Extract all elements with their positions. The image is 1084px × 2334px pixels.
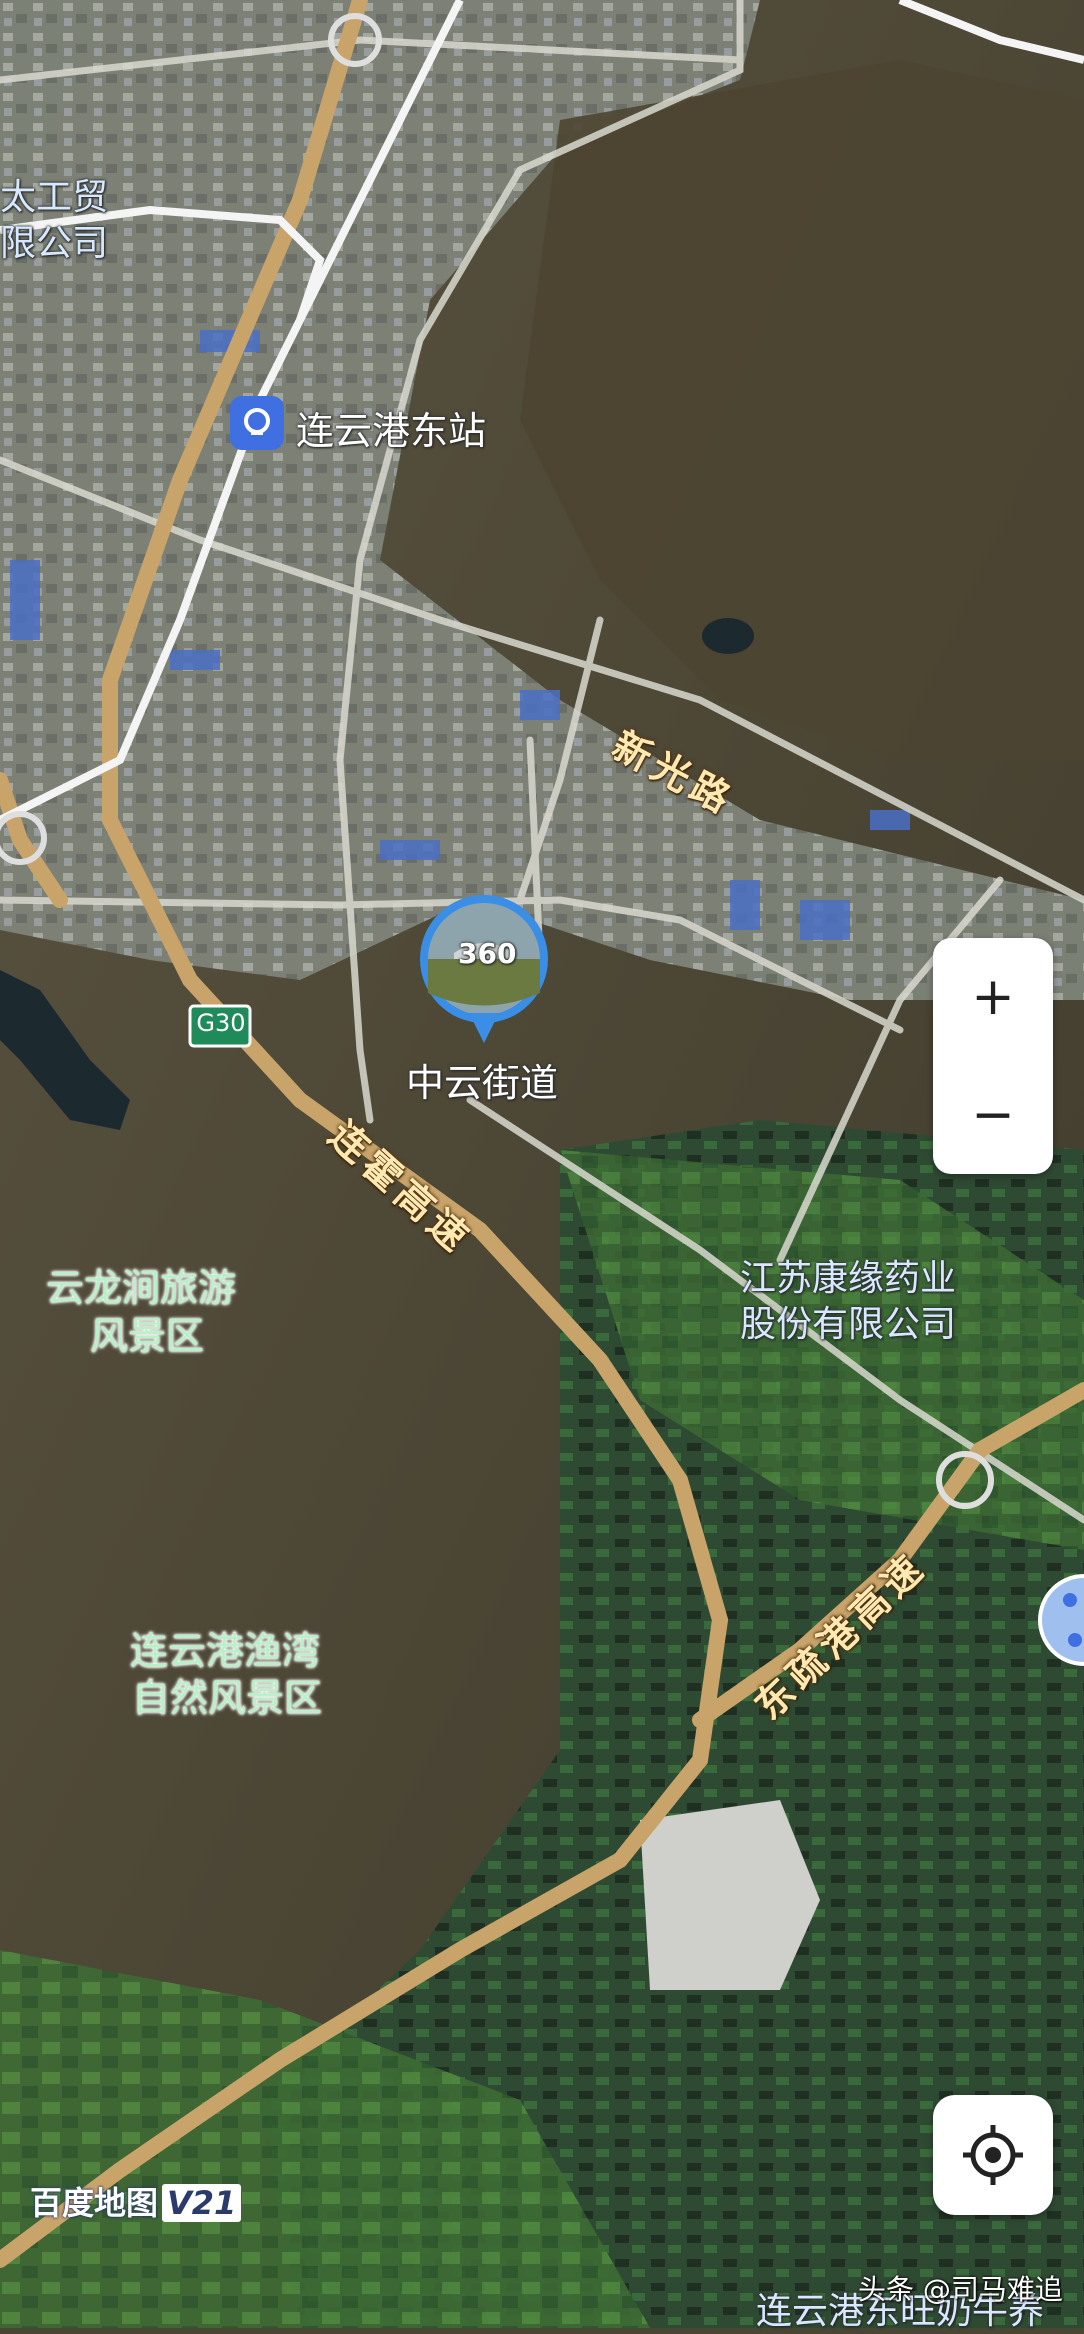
kangyuan-company-label-2[interactable]: 股份有限公司: [740, 1303, 956, 1347]
company-label-partial-bottom[interactable]: 限公司: [0, 222, 108, 266]
zoom-controls: + −: [933, 938, 1053, 1174]
locate-button[interactable]: [933, 2095, 1053, 2215]
station-label[interactable]: 连云港东站: [296, 400, 486, 455]
satellite-map[interactable]: [0, 0, 1084, 2328]
yuwan-scenic-label-1[interactable]: 连云港渔湾: [130, 1628, 320, 1674]
panorama-360-marker[interactable]: 360: [414, 893, 554, 1063]
g30-shield-label: G30: [196, 1009, 246, 1037]
yuwan-scenic-label-2[interactable]: 自然风景区: [132, 1675, 322, 1721]
brand-version: V21: [162, 2184, 242, 2222]
brand-name: 百度地图: [30, 2184, 159, 2222]
zoom-out-button[interactable]: −: [933, 1056, 1053, 1174]
yunlongjian-scenic-label-2[interactable]: 风景区: [90, 1313, 204, 1359]
zoom-in-button[interactable]: +: [933, 938, 1053, 1056]
kangyuan-company-label-1[interactable]: 江苏康缘药业: [740, 1257, 956, 1301]
company-label-partial-top[interactable]: 太工贸: [0, 176, 108, 220]
train-station-icon[interactable]: [230, 396, 284, 450]
baidu-map-logo: 百度地图 V21: [30, 2178, 242, 2224]
watermark: 头条 @司马难追: [858, 2273, 1063, 2306]
locate-crosshair-icon: [963, 2125, 1023, 2185]
zhongyun-street-label[interactable]: 中云街道: [406, 1052, 558, 1107]
yunlongjian-scenic-label-1[interactable]: 云龙涧旅游: [46, 1265, 236, 1311]
panorama-360-badge: 360: [458, 937, 517, 970]
